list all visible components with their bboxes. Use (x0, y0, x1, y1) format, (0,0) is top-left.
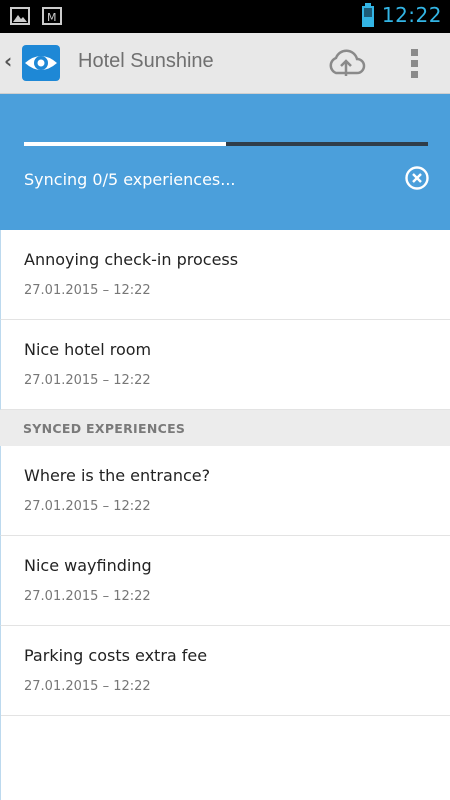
experience-list: Annoying check-in process 27.01.2015 – 1… (0, 230, 450, 716)
item-title: Annoying check-in process (24, 250, 239, 269)
item-timestamp: 27.01.2015 – 12:22 (24, 373, 151, 388)
cancel-circle-icon[interactable] (404, 165, 430, 191)
item-title: Nice wayfinding (24, 556, 152, 575)
list-edge-divider (0, 715, 1, 800)
item-title: Nice hotel room (24, 340, 152, 359)
list-item-pending[interactable]: Nice hotel room 27.01.2015 – 12:22 (0, 320, 450, 410)
page-title: Hotel Sunshine (78, 50, 214, 72)
battery-icon (361, 3, 374, 27)
list-item-pending[interactable]: Annoying check-in process 27.01.2015 – 1… (0, 230, 450, 320)
item-timestamp: 27.01.2015 – 12:22 (24, 679, 151, 694)
item-title: Where is the entrance? (24, 466, 211, 485)
signal-letter-icon: M (42, 7, 62, 25)
sync-progress-fill (24, 142, 226, 146)
cloud-upload-icon[interactable] (326, 45, 366, 81)
section-label: SYNCED EXPERIENCES (23, 421, 186, 436)
item-timestamp: 27.01.2015 – 12:22 (24, 499, 151, 514)
notification-icons: M (10, 7, 62, 25)
overflow-menu-icon[interactable] (404, 45, 426, 81)
sync-panel: Syncing 0/5 experiences... (0, 94, 450, 230)
list-item-synced[interactable]: Where is the entrance? 27.01.2015 – 12:2… (0, 446, 450, 536)
svg-text:M: M (47, 11, 57, 24)
sync-progress-bar (24, 142, 428, 146)
sync-status-text: Syncing 0/5 experiences... (24, 170, 236, 189)
eye-logo-icon[interactable] (22, 45, 60, 81)
list-item-synced[interactable]: Parking costs extra fee 27.01.2015 – 12:… (0, 626, 450, 716)
action-bar: ‹ Hotel Sunshine (0, 33, 450, 94)
list-item-synced[interactable]: Nice wayfinding 27.01.2015 – 12:22 (0, 536, 450, 626)
section-header-synced: SYNCED EXPERIENCES (0, 410, 450, 446)
status-bar: M 12:22 (0, 0, 450, 33)
chevron-left-icon[interactable]: ‹ (4, 49, 12, 73)
item-timestamp: 27.01.2015 – 12:22 (24, 283, 151, 298)
item-title: Parking costs extra fee (24, 646, 208, 665)
image-icon (10, 7, 30, 25)
item-timestamp: 27.01.2015 – 12:22 (24, 589, 151, 604)
clock: 12:22 (381, 3, 442, 27)
